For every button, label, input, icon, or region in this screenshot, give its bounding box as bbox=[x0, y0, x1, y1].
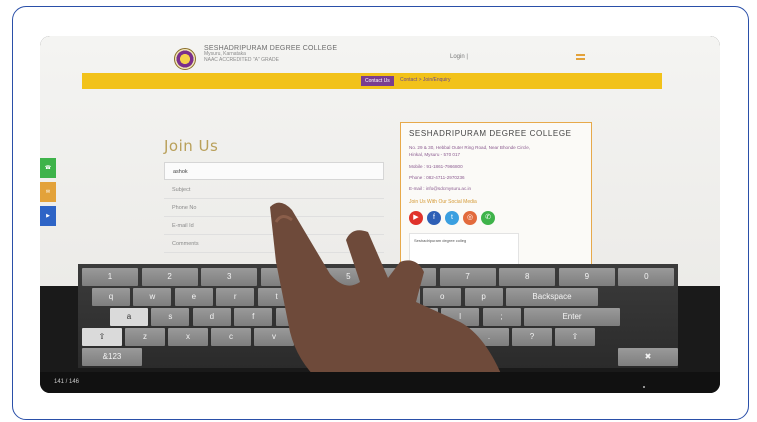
key-0-row5[interactable]: &123 bbox=[82, 348, 142, 366]
hand-photo bbox=[270, 202, 509, 393]
key-0-row2[interactable]: q bbox=[92, 288, 130, 306]
key-1-row4[interactable]: z bbox=[125, 328, 165, 346]
login-link[interactable]: Login | bbox=[450, 54, 468, 60]
photo: SESHADRIPURAM DEGREE COLLEGE Mysuru, Kar… bbox=[40, 36, 720, 393]
bottom-bezel bbox=[40, 372, 720, 393]
side-tab-video[interactable]: ▶ bbox=[40, 206, 56, 226]
key-8-row1[interactable]: 9 bbox=[558, 268, 615, 286]
page-counter: 141 / 146 bbox=[54, 379, 80, 385]
key-2-row4[interactable]: x bbox=[168, 328, 208, 346]
key-1-row2[interactable]: w bbox=[133, 288, 172, 306]
key-0-row4[interactable]: ⇧ bbox=[82, 328, 122, 346]
nav-bar: Contact Us Contact > Join/Enquiry bbox=[82, 73, 662, 89]
name-input[interactable]: ashok bbox=[164, 162, 384, 180]
mobile-line: Mobile : 91-1861-7966800 bbox=[409, 164, 463, 169]
key-0-row1[interactable]: 1 bbox=[82, 268, 138, 286]
phone-line: Phone : 082-4711-2970236 bbox=[409, 175, 465, 180]
key-1-row1[interactable]: 2 bbox=[141, 268, 198, 286]
info-title: SESHADRIPURAM DEGREE COLLEGE bbox=[409, 129, 572, 138]
key-9-row1[interactable]: 0 bbox=[618, 268, 675, 286]
side-tab-whatsapp[interactable]: ☎ bbox=[40, 158, 56, 178]
college-header: SESHADRIPURAM DEGREE COLLEGE Mysuru, Kar… bbox=[204, 45, 337, 63]
key-1-row5[interactable]: ✖ bbox=[618, 348, 678, 366]
college-accreditation: NAAC ACCREDITED "A" GRADE bbox=[204, 56, 279, 63]
key-2-row2[interactable]: e bbox=[174, 288, 213, 306]
nav-item-contact[interactable]: Contact Us bbox=[361, 76, 394, 86]
key-0-row3[interactable]: a bbox=[110, 308, 148, 326]
side-tab-enquiry[interactable]: ✉ bbox=[40, 182, 56, 202]
address-line-1: No. 29 & 30, Hebbal Outer Ring Road, Nea… bbox=[409, 145, 531, 150]
breadcrumb[interactable]: Contact > Join/Enquiry bbox=[400, 77, 450, 83]
key-11-row4[interactable]: ⇧ bbox=[555, 328, 595, 346]
indicator-dot bbox=[643, 386, 645, 388]
hamburger-icon[interactable] bbox=[576, 54, 585, 60]
address-line-2: Hinkal, Mysuru - 570 017 bbox=[409, 152, 461, 157]
page-title: Join Us bbox=[164, 137, 219, 155]
college-logo bbox=[174, 48, 196, 70]
key-1-row3[interactable]: s bbox=[151, 308, 190, 326]
